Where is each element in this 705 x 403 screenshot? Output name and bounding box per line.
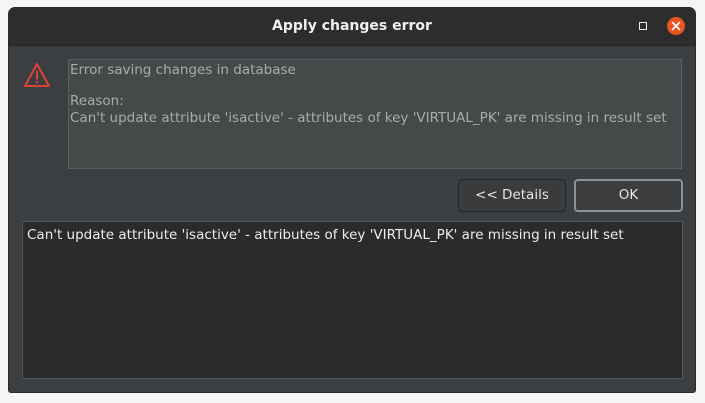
details-text-area[interactable]: Can't update attribute 'isactive' - attr… [22,221,683,379]
titlebar[interactable]: Apply changes error [9,8,695,46]
error-summary: Error saving changes in database [70,62,296,78]
error-dialog: Apply changes error Error saving changes… [9,8,695,392]
error-message-box: Error saving changes in database Reason:… [68,59,682,169]
close-icon [671,21,681,31]
maximize-button[interactable] [637,20,649,32]
details-button[interactable]: << Details [458,179,566,212]
details-text: Can't update attribute 'isactive' - attr… [27,227,624,243]
reason-text: Can't update attribute 'isactive' - attr… [70,110,667,126]
reason-label: Reason: [70,93,124,109]
maximize-icon [639,22,647,30]
close-button[interactable] [667,17,685,35]
warning-triangle-icon [23,62,51,88]
dialog-title: Apply changes error [272,18,432,34]
ok-button[interactable]: OK [574,179,683,212]
